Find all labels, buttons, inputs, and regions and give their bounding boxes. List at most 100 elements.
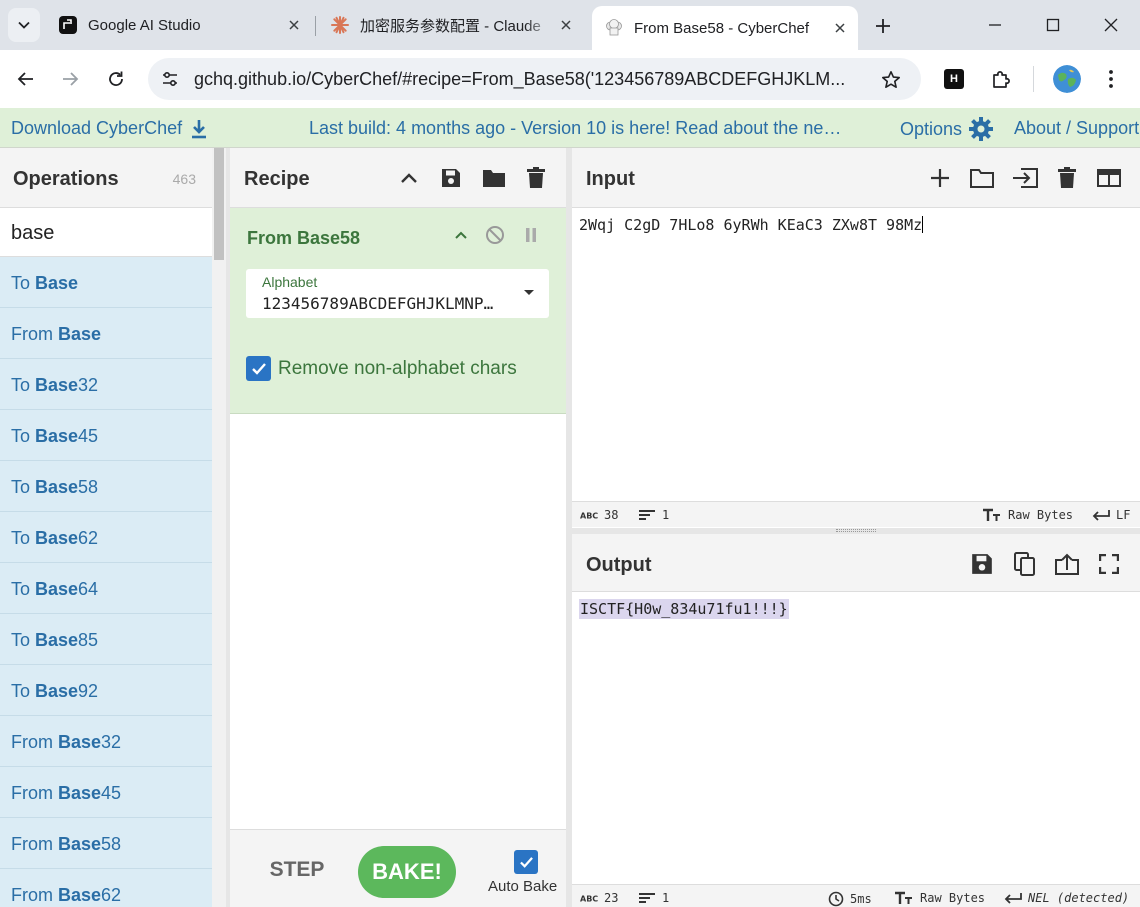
lines-icon [639, 510, 655, 520]
disable-operation-icon[interactable] [482, 222, 508, 248]
input-panel: Input 2Wqj C2gD 7HLo8 6yRWh KEaC3 ZXw8T … [572, 148, 1140, 528]
save-output-icon[interactable] [967, 549, 997, 579]
new-tab-button[interactable] [868, 12, 898, 40]
operation-list-item[interactable]: To Base64 [0, 563, 212, 614]
operation-list-item[interactable]: From Base58 [0, 818, 212, 869]
tab-google-ai-studio[interactable]: Google AI Studio [46, 8, 312, 42]
operation-prefix: To [11, 375, 36, 395]
reload-button[interactable] [100, 63, 132, 95]
collapse-operation-icon[interactable] [448, 222, 474, 248]
alphabet-value[interactable]: 123456789ABCDEFGHJKLMNPQRSTUVWXYZabcdefg… [262, 294, 502, 313]
browser-menu-icon[interactable] [1098, 64, 1124, 94]
operation-list-item[interactable]: To Base58 [0, 461, 212, 512]
profile-avatar[interactable] [1053, 65, 1081, 93]
url-text[interactable]: gchq.github.io/CyberChef/#recipe=From_Ba… [194, 69, 866, 90]
bookmark-star-icon[interactable] [878, 67, 904, 93]
operation-list-item[interactable]: To Base92 [0, 665, 212, 716]
svg-text:ABC: ABC [580, 512, 598, 521]
extensions-puzzle-icon[interactable] [986, 64, 1016, 94]
close-tab-icon[interactable] [828, 16, 852, 40]
operation-suffix: 62 [101, 885, 122, 905]
operation-prefix: To [11, 579, 36, 599]
operation-list-item[interactable]: From Base62 [0, 869, 212, 907]
operation-list-item[interactable]: To Base32 [0, 359, 212, 410]
load-recipe-folder-icon[interactable] [480, 164, 508, 192]
copy-output-icon[interactable] [1010, 549, 1040, 579]
operation-list-item[interactable]: To Base [0, 257, 212, 308]
operation-suffix: 32 [78, 375, 99, 395]
recipe-panel: Recipe From Base58 Alphabet 123456789ABC… [230, 148, 566, 907]
operation-list-item[interactable]: From Base45 [0, 767, 212, 818]
open-input-file-icon[interactable] [1010, 163, 1040, 193]
input-length: 38 [604, 508, 619, 522]
options-link[interactable]: Options [900, 116, 994, 142]
output-eol-button[interactable]: NEL (detected) [1004, 891, 1129, 905]
recipe-title: Recipe [244, 168, 310, 190]
plus-icon [876, 19, 890, 33]
browser-toolbar: gchq.github.io/CyberChef/#recipe=From_Ba… [0, 50, 1140, 108]
auto-bake-label[interactable]: Auto Bake [488, 878, 557, 895]
scrollbar-thumb[interactable] [214, 148, 224, 260]
build-notice-link[interactable]: Last build: 4 months ago - Version 10 is… [309, 118, 844, 139]
pause-icon[interactable] [518, 222, 544, 248]
tab-search-button[interactable] [8, 8, 40, 42]
tab-claude[interactable]: 加密服务参数配置 - Claude [318, 8, 584, 42]
replace-input-with-output-icon[interactable] [1052, 549, 1082, 579]
operation-prefix: To [11, 681, 36, 701]
chevron-down-icon [18, 21, 30, 29]
text-size-icon [983, 508, 1000, 521]
resize-grip[interactable] [836, 529, 876, 532]
about-support-link[interactable]: About / Support [1014, 118, 1139, 139]
site-info-button[interactable] [156, 65, 184, 93]
operation-list-item[interactable]: To Base45 [0, 410, 212, 461]
abc-icon: ABC [580, 512, 598, 521]
reset-layout-icon[interactable] [1094, 163, 1124, 193]
maximize-button[interactable] [1030, 8, 1076, 42]
open-folder-icon[interactable] [967, 163, 997, 193]
output-text[interactable]: ISCTF{H0w_834u71fu1!!!} [579, 599, 789, 619]
remove-non-alphabet-label[interactable]: Remove non-alphabet chars [278, 358, 517, 380]
operations-search-input[interactable]: base [0, 208, 212, 257]
operation-match-highlight: Base [58, 732, 102, 752]
operations-list: To Base From Base To Base32 To Base45 To Bas… [0, 257, 212, 907]
input-eol-button[interactable]: LF [1092, 508, 1130, 522]
add-input-tab-icon[interactable] [925, 163, 955, 193]
forward-button[interactable] [54, 63, 86, 95]
operation-prefix: To [11, 273, 36, 293]
back-button[interactable] [10, 63, 42, 95]
save-recipe-icon[interactable] [437, 164, 465, 192]
operation-prefix: From [11, 732, 58, 752]
close-tab-icon[interactable] [554, 13, 578, 37]
alphabet-select[interactable]: Alphabet 123456789ABCDEFGHJKLMNPQRSTUVWX… [246, 269, 549, 318]
operation-list-item[interactable]: From Base [0, 308, 212, 359]
operation-list-item[interactable]: To Base85 [0, 614, 212, 665]
operation-list-item[interactable]: From Base32 [0, 716, 212, 767]
extension-h-icon[interactable]: H [944, 69, 964, 89]
minimize-button[interactable] [972, 8, 1018, 42]
step-button[interactable]: STEP [260, 858, 334, 882]
input-textarea[interactable]: 2Wqj C2gD 7HLo8 6yRWh KEaC3 ZXw8T 98Mz [579, 216, 924, 234]
bake-button[interactable]: BAKE! [358, 846, 456, 898]
input-lines-stat: 1 [638, 508, 669, 522]
output-encoding-button[interactable]: Raw Bytes [894, 891, 985, 905]
tab-cyberchef-active[interactable]: From Base58 - CyberChef [592, 6, 858, 50]
dropdown-caret-icon[interactable] [523, 289, 535, 297]
output-encoding: Raw Bytes [920, 891, 986, 905]
output-lines: 1 [662, 891, 670, 905]
input-encoding-button[interactable]: Raw Bytes [982, 508, 1073, 522]
maximise-output-icon[interactable] [1094, 549, 1124, 579]
output-lines-stat: 1 [638, 891, 669, 905]
auto-bake-checkbox[interactable] [514, 850, 538, 874]
operation-prefix: From [11, 324, 58, 344]
address-bar[interactable]: gchq.github.io/CyberChef/#recipe=From_Ba… [148, 58, 921, 100]
close-window-button[interactable] [1088, 8, 1134, 42]
download-cyberchef-link[interactable]: Download CyberChef [11, 118, 208, 139]
clear-input-trash-icon[interactable] [1052, 163, 1082, 193]
collapse-all-icon[interactable] [395, 164, 423, 192]
remove-non-alphabet-checkbox[interactable] [246, 356, 271, 381]
clear-recipe-trash-icon[interactable] [522, 164, 550, 192]
operation-list-item[interactable]: To Base62 [0, 512, 212, 563]
operation-suffix: 62 [78, 528, 99, 548]
operations-scrollbar[interactable] [212, 148, 226, 907]
close-tab-icon[interactable] [282, 13, 306, 37]
